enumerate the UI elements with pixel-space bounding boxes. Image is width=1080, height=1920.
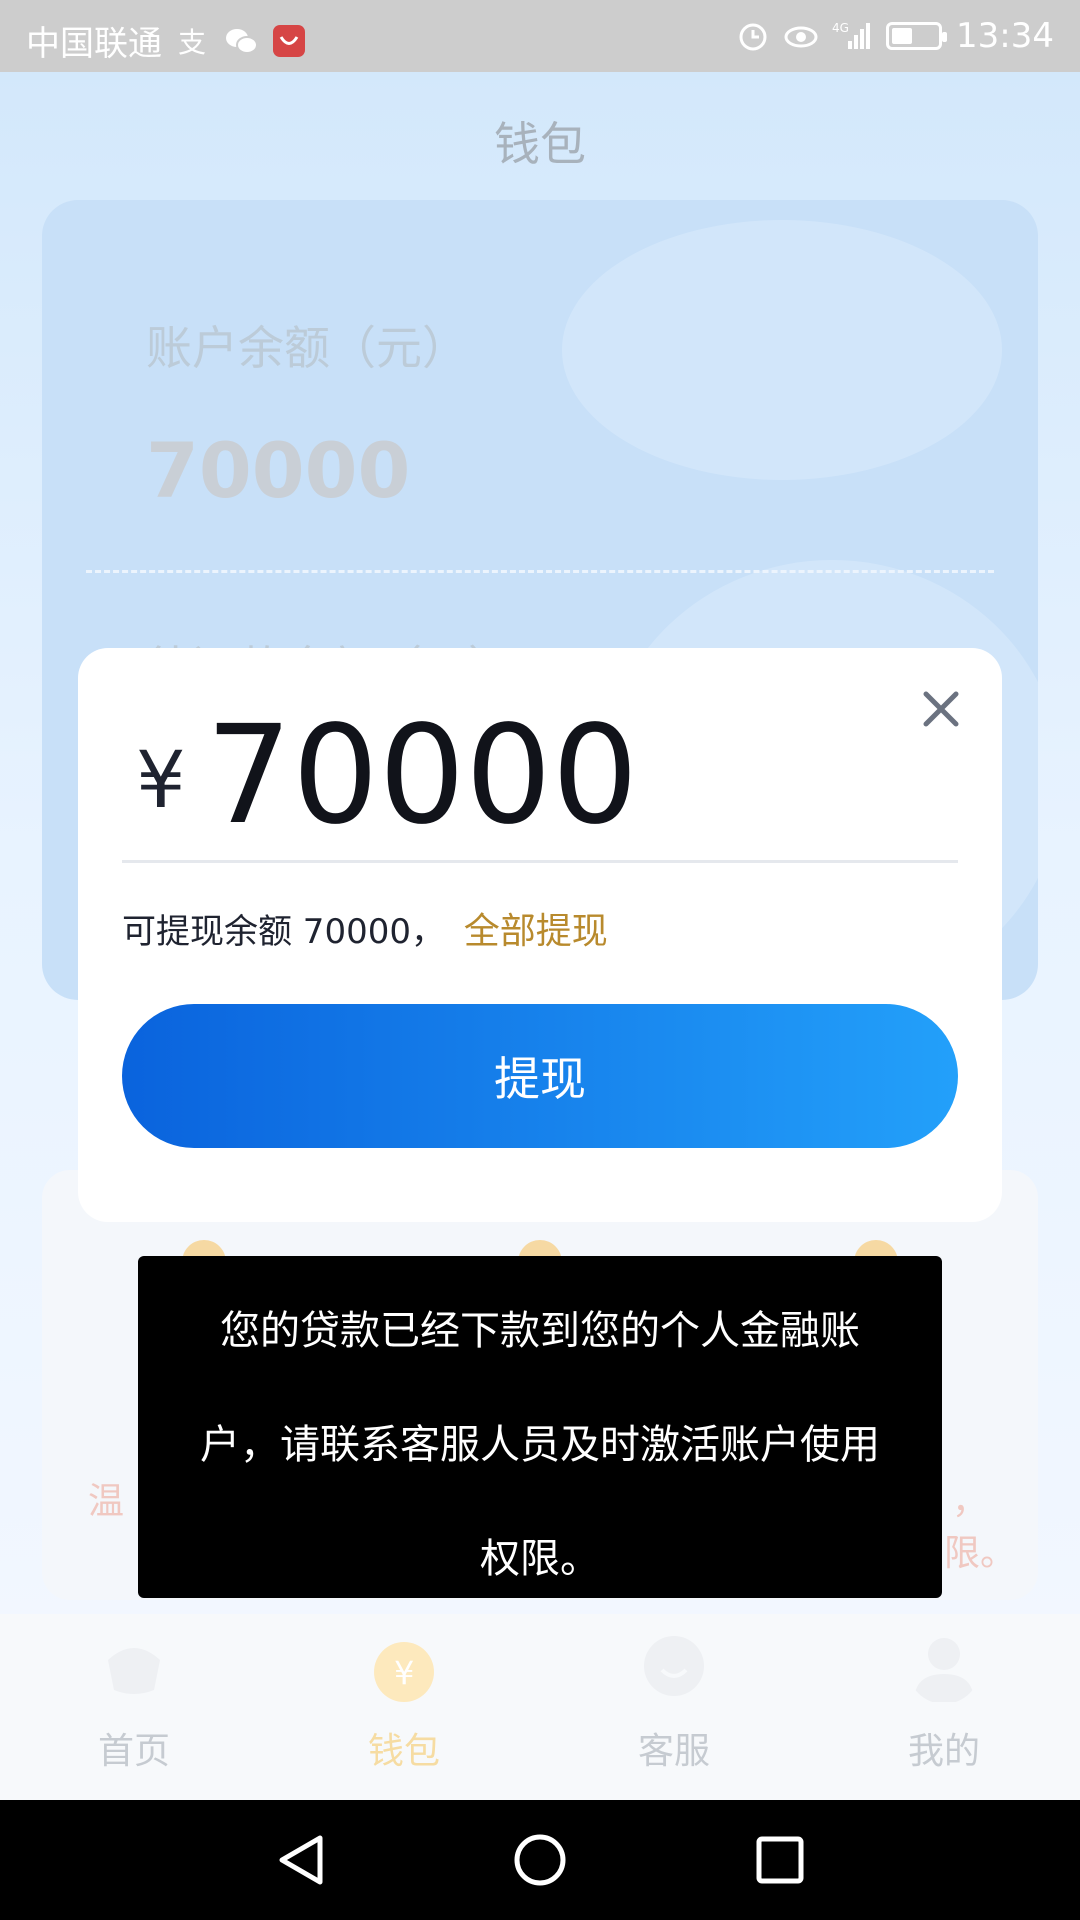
toast-line: 权限。 [480, 1536, 600, 1582]
toast-message: 您的贷款已经下款到您的个人金融账 户，请联系客服人员及时激活账户使用 权限。 [138, 1256, 942, 1598]
home-circle-icon [514, 1834, 566, 1886]
toast-line: 您的贷款已经下款到您的个人金融账 [220, 1308, 860, 1354]
svg-text:¥: ¥ [394, 1654, 414, 1692]
tab-label: 首页 [97, 1731, 170, 1772]
balance-label: 账户余额（元） [146, 321, 468, 375]
wechat-icon [226, 28, 258, 54]
home-button[interactable] [505, 1828, 575, 1892]
wallet-icon: ¥ [374, 1642, 434, 1702]
user-icon [914, 1638, 974, 1702]
tab-bar: 首页 ¥ 钱包 客服 我的 [0, 1614, 1080, 1800]
svg-text:支: 支 [178, 26, 206, 58]
toast-line: 户，请联系客服人员及时激活账户使用 [200, 1422, 880, 1468]
huawei-store-icon [273, 24, 305, 57]
notice-text-right-1: ， [952, 1481, 989, 1522]
decor-blob [562, 220, 1002, 480]
amount-divider [122, 860, 958, 863]
dashed-divider [86, 570, 994, 573]
alipay-icon: 支 [178, 26, 206, 58]
available-balance-text: 可提现余额 70000， [122, 912, 445, 952]
withdraw-all-link[interactable]: 全部提现 [464, 911, 608, 952]
status-bar: 中国联通 支 4G 13:34 [0, 0, 1080, 72]
back-button[interactable] [265, 1828, 335, 1892]
alarm-icon [739, 23, 767, 51]
currency-symbol: ¥ [136, 736, 186, 826]
tab-home[interactable]: 首页 [34, 1632, 234, 1774]
battery-level [892, 28, 913, 44]
tab-customer-service[interactable]: 客服 [574, 1632, 774, 1774]
balance-value: 70000 [146, 426, 411, 515]
notice-text-left: 温 [88, 1481, 125, 1522]
recent-apps-icon [756, 1836, 804, 1884]
withdraw-amount[interactable]: 70000 [206, 708, 639, 844]
tab-mine[interactable]: 我的 [844, 1632, 1044, 1774]
available-balance-row: 可提现余额 70000， 全部提现 [122, 902, 608, 954]
close-icon[interactable] [916, 684, 966, 734]
tab-label: 我的 [907, 1731, 980, 1772]
battery-icon [886, 22, 948, 50]
system-nav-bar [0, 1800, 1080, 1920]
home-icon [108, 1648, 160, 1694]
carrier-label: 中国联通 [26, 24, 162, 64]
tab-label: 客服 [637, 1731, 710, 1772]
withdraw-modal: ¥ 70000 可提现余额 70000， 全部提现 提现 [78, 648, 1002, 1222]
status-right: 4G 13:34 [736, 16, 1054, 56]
amount-row: ¥ 70000 [136, 708, 638, 844]
signal-4g-icon: 4G [832, 21, 871, 49]
notice-text-right-2: 限。 [944, 1533, 1017, 1574]
page-title: 钱包 [494, 117, 586, 171]
back-icon [279, 1835, 323, 1885]
eye-comfort-icon [784, 26, 818, 48]
recent-apps-button[interactable] [745, 1828, 815, 1892]
svg-text:4G: 4G [832, 21, 849, 35]
tab-wallet[interactable]: ¥ 钱包 [304, 1632, 504, 1774]
clock-time: 13:34 [956, 16, 1054, 56]
status-left: 中国联通 支 [26, 16, 306, 65]
tab-label: 钱包 [367, 1731, 440, 1772]
customer-service-icon [644, 1636, 704, 1696]
withdraw-button[interactable]: 提现 [122, 1004, 958, 1148]
